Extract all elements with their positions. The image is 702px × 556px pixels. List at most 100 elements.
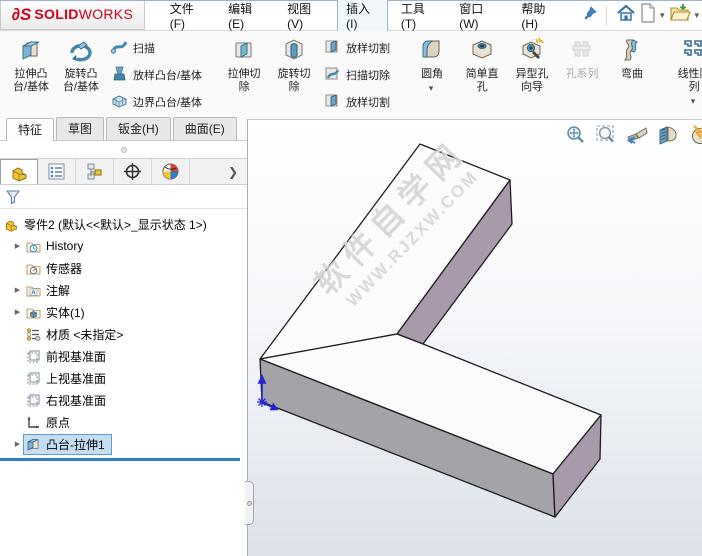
previous-view-icon[interactable] — [626, 124, 648, 146]
dimxpert-icon — [124, 163, 141, 180]
zoom-to-fit-icon[interactable] — [564, 124, 586, 146]
new-document-dropdown-icon[interactable]: ▾ — [660, 10, 665, 21]
boss-extrude-icon — [25, 437, 42, 452]
hole-series-icon — [569, 37, 595, 66]
history-folder-icon — [25, 239, 42, 254]
sensors-folder-icon — [25, 261, 42, 276]
extrude-boss-button[interactable]: 拉伸凸 台/基体 — [6, 34, 56, 116]
revolved-cut-button[interactable]: 旋转切 除 — [269, 34, 319, 116]
ribbon-toolbar: 拉伸凸 台/基体 旋转凸 台/基体 扫描 放样凸台/基体 边界凸台/基体 拉伸切… — [0, 31, 702, 119]
commandmanager-tabs: 特征 草图 钣金(H) 曲面(E) — [0, 117, 247, 141]
ribbon-group-cut: 拉伸切 除 旋转切 除 放样切割 扫描切除 放样切割 — [215, 33, 399, 117]
material-icon — [25, 327, 42, 342]
part-icon — [3, 217, 20, 232]
lofted-cut-button[interactable]: 放样切割 — [321, 37, 393, 59]
rollback-bar[interactable] — [0, 458, 240, 461]
tab-surfaces[interactable]: 曲面(E) — [172, 117, 237, 140]
flex-icon — [619, 37, 645, 66]
extrude-boss-icon — [18, 37, 44, 66]
ribbon-group-features: 圆角 ▾ 简单直 孔 异型孔 向导 孔系列 弯曲 — [403, 33, 661, 117]
swept-boss-icon — [110, 38, 128, 58]
boundary-boss-icon — [111, 92, 128, 112]
lofted-boss-icon — [111, 65, 128, 85]
heads-up-view-toolbar — [564, 124, 702, 146]
tree-item-front-plane[interactable]: ▶ 前视基准面 — [0, 345, 247, 367]
hole-series-button: 孔系列 — [557, 34, 607, 116]
tree-item-top-plane[interactable]: ▶ 上视基准面 — [0, 367, 247, 389]
plane-icon — [25, 349, 42, 364]
hole-wizard-button[interactable]: 异型孔 向导 — [507, 34, 557, 116]
feature-manager-panel: ❯ 零件2 (默认<<默认>_显示状态 1>) ▶ History 传感器 ▶ … — [0, 141, 254, 556]
lofted-boss-button[interactable]: 放样凸台/基体 — [108, 64, 205, 86]
tab-features[interactable]: 特征 — [6, 118, 55, 141]
panel-splitter-handle[interactable] — [245, 481, 254, 525]
simple-hole-button[interactable]: 简单直 孔 — [457, 34, 507, 116]
featuremanager-tree-tab[interactable] — [0, 159, 38, 184]
extruded-cut-button[interactable]: 拉伸切 除 — [219, 34, 269, 116]
fillet-dropdown-icon[interactable]: ▾ — [429, 83, 434, 94]
tree-item-history[interactable]: ▶ History — [0, 235, 247, 257]
propertymanager-tab[interactable] — [38, 159, 76, 184]
panel-grip-dot — [120, 146, 127, 153]
revolved-cut-icon — [281, 37, 307, 66]
tree-item-boss-extrude1[interactable]: ▶ 凸台-拉伸1 — [0, 433, 247, 455]
tree-filter-bar[interactable] — [0, 185, 247, 209]
svg-text:A: A — [31, 289, 36, 296]
graphics-viewport[interactable]: 软件自学网 WWW.RJZXW.COM — [248, 119, 702, 556]
logo-mark: ∂S — [11, 5, 32, 24]
swept-boss-button[interactable]: 扫描 — [108, 37, 205, 59]
ribbon-stack-boss: 扫描 放样凸台/基体 边界凸台/基体 — [106, 34, 207, 116]
tree-item-sensors[interactable]: ▶ 传感器 — [0, 257, 247, 279]
feature-tree: 零件2 (默认<<默认>_显示状态 1>) ▶ History ▶ 传感器 ▶ — [0, 209, 247, 461]
quick-access-toolbar: ▾ ▾ — [615, 3, 702, 28]
left-column: 特征 草图 钣金(H) 曲面(E) ❯ 零件2 (默认<<默认>_显示状态 1>… — [0, 117, 254, 556]
lofted-cut-icon-2 — [324, 92, 341, 112]
tab-sheetmetal[interactable]: 钣金(H) — [106, 117, 171, 140]
tree-item-right-plane[interactable]: ▶ 右视基准面 — [0, 389, 247, 411]
new-document-icon[interactable] — [639, 3, 657, 28]
dimxpertmanager-tab[interactable] — [114, 159, 152, 184]
panel-grip[interactable] — [0, 141, 247, 158]
fillet-icon — [419, 37, 445, 66]
expand-arrow-icon[interactable]: ▶ — [10, 308, 25, 316]
annotations-folder-icon: A — [25, 283, 42, 298]
displaymanager-tab[interactable] — [152, 159, 190, 184]
tab-sketch[interactable]: 草图 — [56, 117, 105, 140]
ribbon-group-pattern: 线性阵 列 ▾ 拔 抽 包 — [665, 33, 702, 117]
extruded-cut-icon — [231, 37, 257, 66]
open-document-dropdown-icon[interactable]: ▾ — [694, 10, 699, 21]
linear-pattern-dropdown-icon[interactable]: ▾ — [691, 96, 696, 107]
linear-pattern-icon — [681, 37, 702, 66]
tree-item-solid-bodies[interactable]: ▶ 实体(1) — [0, 301, 247, 323]
expand-arrow-icon[interactable]: ▶ — [10, 286, 25, 294]
open-document-icon[interactable] — [669, 3, 692, 28]
view-settings-icon[interactable] — [688, 124, 702, 146]
logo-brand-bold: SOLID — [34, 6, 79, 22]
lofted-cut-button-2[interactable]: 放样切割 — [321, 91, 393, 113]
expand-arrow-icon[interactable]: ▶ — [10, 242, 25, 250]
boundary-boss-button[interactable]: 边界凸台/基体 — [108, 91, 205, 113]
tree-item-origin[interactable]: ▶ 原点 — [0, 411, 247, 433]
home-icon[interactable] — [615, 3, 637, 28]
pin-menubar-icon[interactable] — [582, 5, 598, 26]
origin-icon — [25, 415, 42, 430]
plane-icon — [25, 393, 42, 408]
section-view-icon[interactable] — [657, 124, 679, 146]
displaymanager-icon — [162, 163, 179, 180]
selected-tree-item[interactable]: 凸台-拉伸1 — [23, 433, 112, 455]
simple-hole-icon — [469, 37, 495, 66]
linear-pattern-button[interactable]: 线性阵 列 ▾ — [669, 34, 702, 116]
tree-item-material[interactable]: ▶ 材质 <未指定> — [0, 323, 247, 345]
flex-button[interactable]: 弯曲 — [607, 34, 657, 116]
tabstrip-expand-icon[interactable]: ❯ — [219, 159, 247, 184]
plane-icon — [25, 371, 42, 386]
revolve-boss-button[interactable]: 旋转凸 台/基体 — [56, 34, 106, 116]
menubar-separator — [605, 5, 607, 26]
tree-item-annotations[interactable]: ▶ A 注解 — [0, 279, 247, 301]
configurationmanager-tab[interactable] — [76, 159, 114, 184]
swept-cut-button[interactable]: 扫描切除 — [321, 64, 393, 86]
tree-item-part-root[interactable]: 零件2 (默认<<默认>_显示状态 1>) — [0, 213, 247, 235]
fillet-button[interactable]: 圆角 ▾ — [407, 34, 457, 116]
model-svg[interactable] — [248, 120, 702, 556]
zoom-to-area-icon[interactable] — [595, 124, 617, 146]
